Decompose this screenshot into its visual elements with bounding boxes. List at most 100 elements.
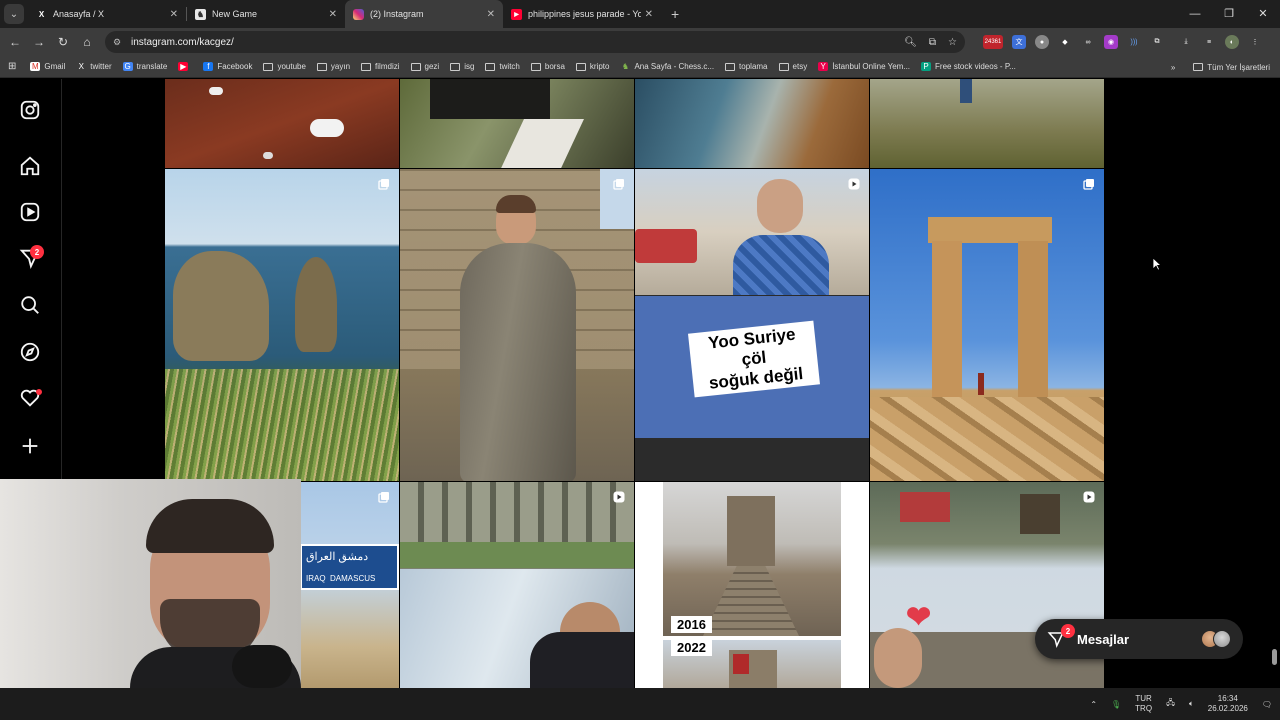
install-app-icon[interactable]: ⧉	[929, 37, 936, 48]
tab-new-game[interactable]: ♞ New Game ✕	[187, 0, 345, 28]
address-bar[interactable]: ⚙ instagram.com/kacgez/ 🔍︎ ⧉ ☆	[105, 31, 965, 53]
bookmark-star-icon[interactable]: ☆	[948, 37, 957, 48]
volume-icon[interactable]: 🔈︎	[1189, 699, 1194, 709]
extension-icon[interactable]: ●	[1035, 35, 1049, 49]
post-thumbnail-citadel-2016-2022[interactable]: 2016 2022	[635, 482, 869, 688]
post-thumbnail[interactable]	[635, 79, 869, 168]
bookmark-item[interactable]: isg	[450, 62, 474, 71]
all-bookmarks-folder[interactable]: Tüm Yer İşaretleri	[1193, 63, 1270, 72]
bookmark-item[interactable]: gezi	[410, 62, 439, 71]
sign-arabic: دمشق العراق	[306, 551, 369, 563]
microphone	[232, 645, 292, 688]
bookmark-item[interactable]: borsa	[530, 62, 565, 71]
minimize-icon[interactable]: —	[1178, 0, 1212, 28]
car-interior	[530, 632, 634, 688]
home-page-icon[interactable]: ⌂	[75, 35, 99, 49]
tab-instagram[interactable]: (2) Instagram ✕	[345, 0, 503, 28]
notification-center-icon[interactable]: 🗨︎	[1262, 700, 1272, 709]
bookmark-item[interactable]: Y İstanbul Online Yem...	[818, 62, 910, 71]
folder-icon	[361, 62, 372, 71]
close-icon[interactable]: ✕	[329, 9, 337, 20]
profile-avatar-icon[interactable]: ◐	[1225, 35, 1239, 49]
reel-play-icon	[1083, 491, 1095, 503]
chevron-right-double-icon[interactable]: »	[1171, 63, 1175, 72]
post-thumbnail-ruined-buildings[interactable]	[400, 482, 634, 688]
maximize-icon[interactable]: ❐	[1212, 0, 1246, 28]
bookmark-item[interactable]: yayın	[316, 62, 350, 71]
reels-icon[interactable]	[19, 201, 41, 223]
post-thumbnail[interactable]	[400, 79, 634, 168]
tab-youtube[interactable]: ▶ philippines jesus parade - YouTube ✕	[503, 0, 661, 28]
bookmark-item[interactable]: twitch	[485, 62, 520, 71]
bookmark-item[interactable]: ♞ Ana Sayfa - Chess.c...	[620, 62, 714, 71]
year-label-bottom: 2022	[671, 639, 712, 656]
create-icon[interactable]	[19, 435, 41, 457]
back-icon[interactable]: ←	[3, 35, 27, 49]
home-icon[interactable]	[19, 155, 41, 177]
instagram-logo-icon[interactable]	[19, 99, 41, 121]
bookmark-item[interactable]: f Facebook	[203, 62, 252, 71]
menu-icon[interactable]: ⋮	[1248, 35, 1262, 49]
stone	[310, 119, 344, 137]
folder-icon	[575, 62, 586, 71]
page-scrollbar-thumb[interactable]	[1272, 649, 1277, 665]
bookmark-item[interactable]: Gtranslate	[122, 62, 167, 71]
reload-icon[interactable]: ↻	[51, 35, 75, 49]
bookmark-label: filmdizi	[375, 62, 400, 71]
media-control-icon[interactable]: ≡	[1202, 35, 1216, 49]
bookmark-item[interactable]: Xtwitter	[76, 62, 112, 71]
network-icon[interactable]: 🖧	[1166, 697, 1175, 711]
messages-pill-badge: 2	[1061, 624, 1075, 638]
close-icon[interactable]: ✕	[487, 9, 495, 20]
download-icon[interactable]: ⤓	[1179, 35, 1193, 49]
post-thumbnail-pigeon-rocks[interactable]	[165, 169, 399, 481]
clock[interactable]: 16:34 26.02.2026	[1208, 694, 1248, 714]
microphone-icon[interactable]: 🎙︎	[1111, 700, 1121, 709]
forward-icon[interactable]: →	[27, 35, 51, 49]
browser-tab-bar: ⌄ X Anasayfa / X ✕ ♞ New Game ✕ (2) Inst…	[0, 0, 1280, 28]
post-thumbnail[interactable]	[870, 79, 1104, 168]
tab-anasayfa-x[interactable]: X Anasayfa / X ✕	[28, 0, 186, 28]
close-window-icon[interactable]: ✕	[1246, 0, 1280, 28]
tab-title: New Game	[212, 9, 258, 19]
post-thumbnail[interactable]	[165, 79, 399, 168]
close-icon[interactable]: ✕	[645, 9, 653, 20]
new-tab-button[interactable]: +	[671, 6, 679, 22]
bookmark-item[interactable]: etsy	[778, 62, 807, 71]
tab-title: (2) Instagram	[370, 9, 424, 19]
hair	[146, 499, 274, 553]
site-info-icon[interactable]: ⚙	[113, 37, 125, 48]
apps-grid-icon[interactable]: ⊞	[8, 61, 16, 72]
bookmark-item[interactable]: ▶	[178, 62, 192, 71]
folder-icon	[316, 62, 327, 71]
tab-title: Anasayfa / X	[53, 9, 105, 19]
explore-icon[interactable]	[19, 341, 41, 363]
messages-pill[interactable]: 2 Mesajlar	[1035, 619, 1243, 659]
arch-lintel	[928, 217, 1052, 243]
search-icon[interactable]	[19, 294, 41, 316]
bookmark-item[interactable]: filmdizi	[361, 62, 400, 71]
chevron-up-icon[interactable]: ⌃	[1090, 700, 1097, 709]
post-thumbnail-reel-syria[interactable]: Yoo Suriye çöl soğuk değil	[635, 169, 869, 481]
extension-icon[interactable]: ◆	[1058, 35, 1072, 49]
extension-badge-icon[interactable]: 24361	[983, 35, 1003, 49]
extension-icon[interactable]: ∞	[1081, 35, 1095, 49]
bookmark-item[interactable]: toplama	[725, 62, 768, 71]
bookmark-item[interactable]: M Gmail	[30, 62, 65, 71]
post-thumbnail-statue[interactable]	[400, 169, 634, 481]
extension-icon[interactable]: ◉	[1104, 35, 1118, 49]
zoom-icon[interactable]: 🔍︎	[904, 37, 917, 48]
carousel-icon	[613, 179, 624, 190]
input-language[interactable]: TUR TRQ	[1135, 694, 1152, 714]
clock-date: 26.02.2026	[1207, 704, 1248, 713]
extension-icon[interactable]: )))	[1127, 35, 1141, 49]
citadel-stairs	[703, 566, 799, 636]
tab-search-icon[interactable]: ⌄	[4, 4, 24, 24]
bookmark-item[interactable]: P Free stock videos - P...	[921, 62, 1016, 71]
bookmark-item[interactable]: youtube	[263, 62, 306, 71]
close-icon[interactable]: ✕	[170, 9, 178, 20]
extensions-puzzle-icon[interactable]: ⧉	[1150, 35, 1164, 49]
post-thumbnail-palmyra-arch[interactable]	[870, 169, 1104, 481]
translate-extension-icon[interactable]: 文	[1012, 35, 1026, 49]
bookmark-item[interactable]: kripto	[575, 62, 609, 71]
